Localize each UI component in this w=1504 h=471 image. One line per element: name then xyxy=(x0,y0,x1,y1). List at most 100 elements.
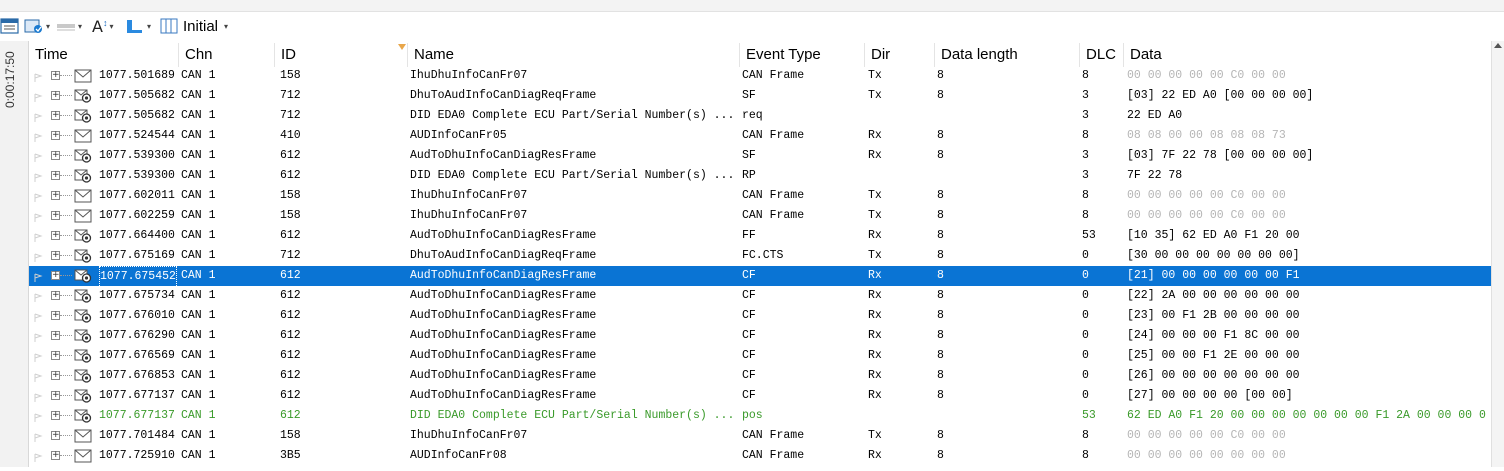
table-row[interactable]: +1077.701484 CAN 1 158 IhuDhuInfoCanFr07 CAN… xyxy=(29,426,1491,446)
table-row[interactable]: +1077.676569 CAN 1 612 AudToDhuInfoCanDiagR… xyxy=(29,346,1491,366)
table-row[interactable]: +1077.539300 CAN 1 612 AudToDhuInfoCanDiagR… xyxy=(29,146,1491,166)
bookmark-flag-icon[interactable] xyxy=(33,151,43,162)
bookmark-flag-icon[interactable] xyxy=(33,411,43,422)
column-chart-icon[interactable]: ▾ xyxy=(125,16,151,36)
cell-dlc: 0 xyxy=(1082,329,1089,342)
cell-len: 8 xyxy=(937,309,944,322)
table-row[interactable]: +1077.677137 CAN 1 612 AudToDhuInfoCanDiagR… xyxy=(29,386,1491,406)
tree-connector xyxy=(60,455,72,456)
expand-icon[interactable]: + xyxy=(51,391,60,400)
expand-icon[interactable]: + xyxy=(51,131,60,140)
layout-selector[interactable]: Initial ▾ xyxy=(160,16,228,36)
expand-icon[interactable]: + xyxy=(51,151,60,160)
expand-icon[interactable]: + xyxy=(51,111,60,120)
column-header: Time Chn ID Name Event Type Dir Data len… xyxy=(29,43,1491,67)
bookmark-flag-icon[interactable] xyxy=(33,111,43,122)
table-row[interactable]: +1077.675169 CAN 1 712 DhuToAudInfoCanDiagR… xyxy=(29,246,1491,266)
toolbar: ▾ ▾ A ↕ ▾ ▾ Initial ▾ xyxy=(0,12,1504,40)
table-row[interactable]: +1077.505682 CAN 1 712 DID EDA0 Complete EC… xyxy=(29,106,1491,126)
vertical-scrollbar[interactable] xyxy=(1491,41,1504,467)
table-row[interactable]: +1077.524544 CAN 1 410 AUDInfoCanFr05 CAN Fr… xyxy=(29,126,1491,146)
table-row[interactable]: +1077.725910 CAN 1 3B5 AUDInfoCanFr08 CAN Fr… xyxy=(29,446,1491,466)
table-row[interactable]: +1077.602259 CAN 1 158 IhuDhuInfoCanFr07 CAN… xyxy=(29,206,1491,226)
expand-icon[interactable]: + xyxy=(51,351,60,360)
table-row[interactable]: +1077.501689 CAN 1 158 IhuDhuInfoCanFr07 CAN… xyxy=(29,66,1491,86)
expand-icon[interactable]: + xyxy=(51,91,60,100)
table-row[interactable]: +1077.664400 CAN 1 612 AudToDhuInfoCanDiagR… xyxy=(29,226,1491,246)
bookmark-flag-icon[interactable] xyxy=(33,211,43,222)
bookmark-flag-icon[interactable] xyxy=(33,291,43,302)
diagnostic-frame-icon xyxy=(74,109,92,123)
font-size-icon[interactable]: A ↕ ▾ xyxy=(92,16,113,36)
bookmark-flag-icon[interactable] xyxy=(33,431,43,442)
cell-chn: CAN 1 xyxy=(181,129,216,142)
expand-icon[interactable]: + xyxy=(51,271,60,280)
expand-icon[interactable]: + xyxy=(51,311,60,320)
bookmark-flag-icon[interactable] xyxy=(33,311,43,322)
cell-data: 08 08 00 00 08 08 08 73 xyxy=(1127,129,1286,142)
cell-len: 8 xyxy=(937,129,944,142)
table-row[interactable]: +1077.676010 CAN 1 612 AudToDhuInfoCanDiagR… xyxy=(29,306,1491,326)
col-id[interactable]: ID xyxy=(274,43,407,67)
cell-dlc: 0 xyxy=(1082,349,1089,362)
chevron-down-icon[interactable]: ▾ xyxy=(109,22,113,31)
expand-icon[interactable]: + xyxy=(51,291,60,300)
expand-icon[interactable]: + xyxy=(51,251,60,260)
col-name[interactable]: Name xyxy=(407,43,739,67)
cell-id: 3B5 xyxy=(280,449,301,462)
bookmark-flag-icon[interactable] xyxy=(33,451,43,462)
chevron-down-icon[interactable]: ▾ xyxy=(147,22,151,31)
chevron-down-icon[interactable]: ▾ xyxy=(224,22,228,31)
col-event-type[interactable]: Event Type xyxy=(739,43,864,67)
table-row[interactable]: +1077.676853 CAN 1 612 AudToDhuInfoCanDiagR… xyxy=(29,366,1491,386)
window-icon[interactable] xyxy=(0,16,20,36)
cell-len: 8 xyxy=(937,449,944,462)
expand-icon[interactable]: + xyxy=(51,331,60,340)
expand-icon[interactable]: + xyxy=(51,211,60,220)
bookmark-flag-icon[interactable] xyxy=(33,191,43,202)
bookmark-flag-icon[interactable] xyxy=(33,171,43,182)
col-time[interactable]: Time xyxy=(29,43,178,67)
col-dlc[interactable]: DLC xyxy=(1079,43,1123,67)
bookmark-flag-icon[interactable] xyxy=(33,331,43,342)
scroll-up-icon[interactable] xyxy=(1494,43,1502,48)
expand-icon[interactable]: + xyxy=(51,71,60,80)
bookmark-flag-icon[interactable] xyxy=(33,91,43,102)
chevron-down-icon[interactable]: ▾ xyxy=(46,22,50,31)
table-row[interactable]: +1077.675734 CAN 1 612 AudToDhuInfoCanDiagR… xyxy=(29,286,1491,306)
cell-name: DID EDA0 Complete ECU Part/Serial Number… xyxy=(410,109,735,122)
can-frame-icon xyxy=(74,189,92,203)
chevron-down-icon[interactable]: ▾ xyxy=(78,22,82,31)
col-chn[interactable]: Chn xyxy=(178,43,274,67)
table-row[interactable]: +1077.676290 CAN 1 612 AudToDhuInfoCanDiagR… xyxy=(29,326,1491,346)
bookmark-flag-icon[interactable] xyxy=(33,391,43,402)
bookmark-flag-icon[interactable] xyxy=(33,371,43,382)
expand-icon[interactable]: + xyxy=(51,411,60,420)
col-data-length[interactable]: Data length xyxy=(934,43,1079,67)
table-row[interactable]: +1077.675452 CAN 1 612 AudToDhuInfoCanDiagR… xyxy=(29,266,1491,288)
bookmark-flag-icon[interactable] xyxy=(33,251,43,262)
expand-icon[interactable]: + xyxy=(51,171,60,180)
table-row[interactable]: +1077.602011 CAN 1 158 IhuDhuInfoCanFr07 CAN… xyxy=(29,186,1491,206)
table-row[interactable]: +1077.677137 CAN 1 612 DID EDA0 Complete EC… xyxy=(29,406,1491,426)
expand-icon[interactable]: + xyxy=(51,231,60,240)
expand-icon[interactable]: + xyxy=(51,191,60,200)
bookmark-flag-icon[interactable] xyxy=(33,231,43,242)
table-row[interactable]: +1077.505682 CAN 1 712 DhuToAudInfoCanDiagR… xyxy=(29,86,1491,106)
cell-time: 1077.664400 xyxy=(99,229,175,242)
bookmark-flag-icon[interactable] xyxy=(33,351,43,362)
cell-time: 1077.676010 xyxy=(99,309,175,322)
bookmark-flag-icon[interactable] xyxy=(33,271,43,282)
filter-icon[interactable]: ▾ xyxy=(56,16,82,36)
table-row[interactable]: +1077.539300 CAN 1 612 DID EDA0 Complete EC… xyxy=(29,166,1491,186)
expand-icon[interactable]: + xyxy=(51,371,60,380)
cell-dir: Rx xyxy=(868,369,882,382)
col-data[interactable]: Data xyxy=(1123,43,1491,67)
bookmark-flag-icon[interactable] xyxy=(33,71,43,82)
open-config-icon[interactable]: ▾ xyxy=(24,16,50,36)
cell-data: 00 00 00 00 00 C0 00 00 xyxy=(1127,429,1286,442)
expand-icon[interactable]: + xyxy=(51,431,60,440)
bookmark-flag-icon[interactable] xyxy=(33,131,43,142)
expand-icon[interactable]: + xyxy=(51,451,60,460)
col-dir[interactable]: Dir xyxy=(864,43,934,67)
